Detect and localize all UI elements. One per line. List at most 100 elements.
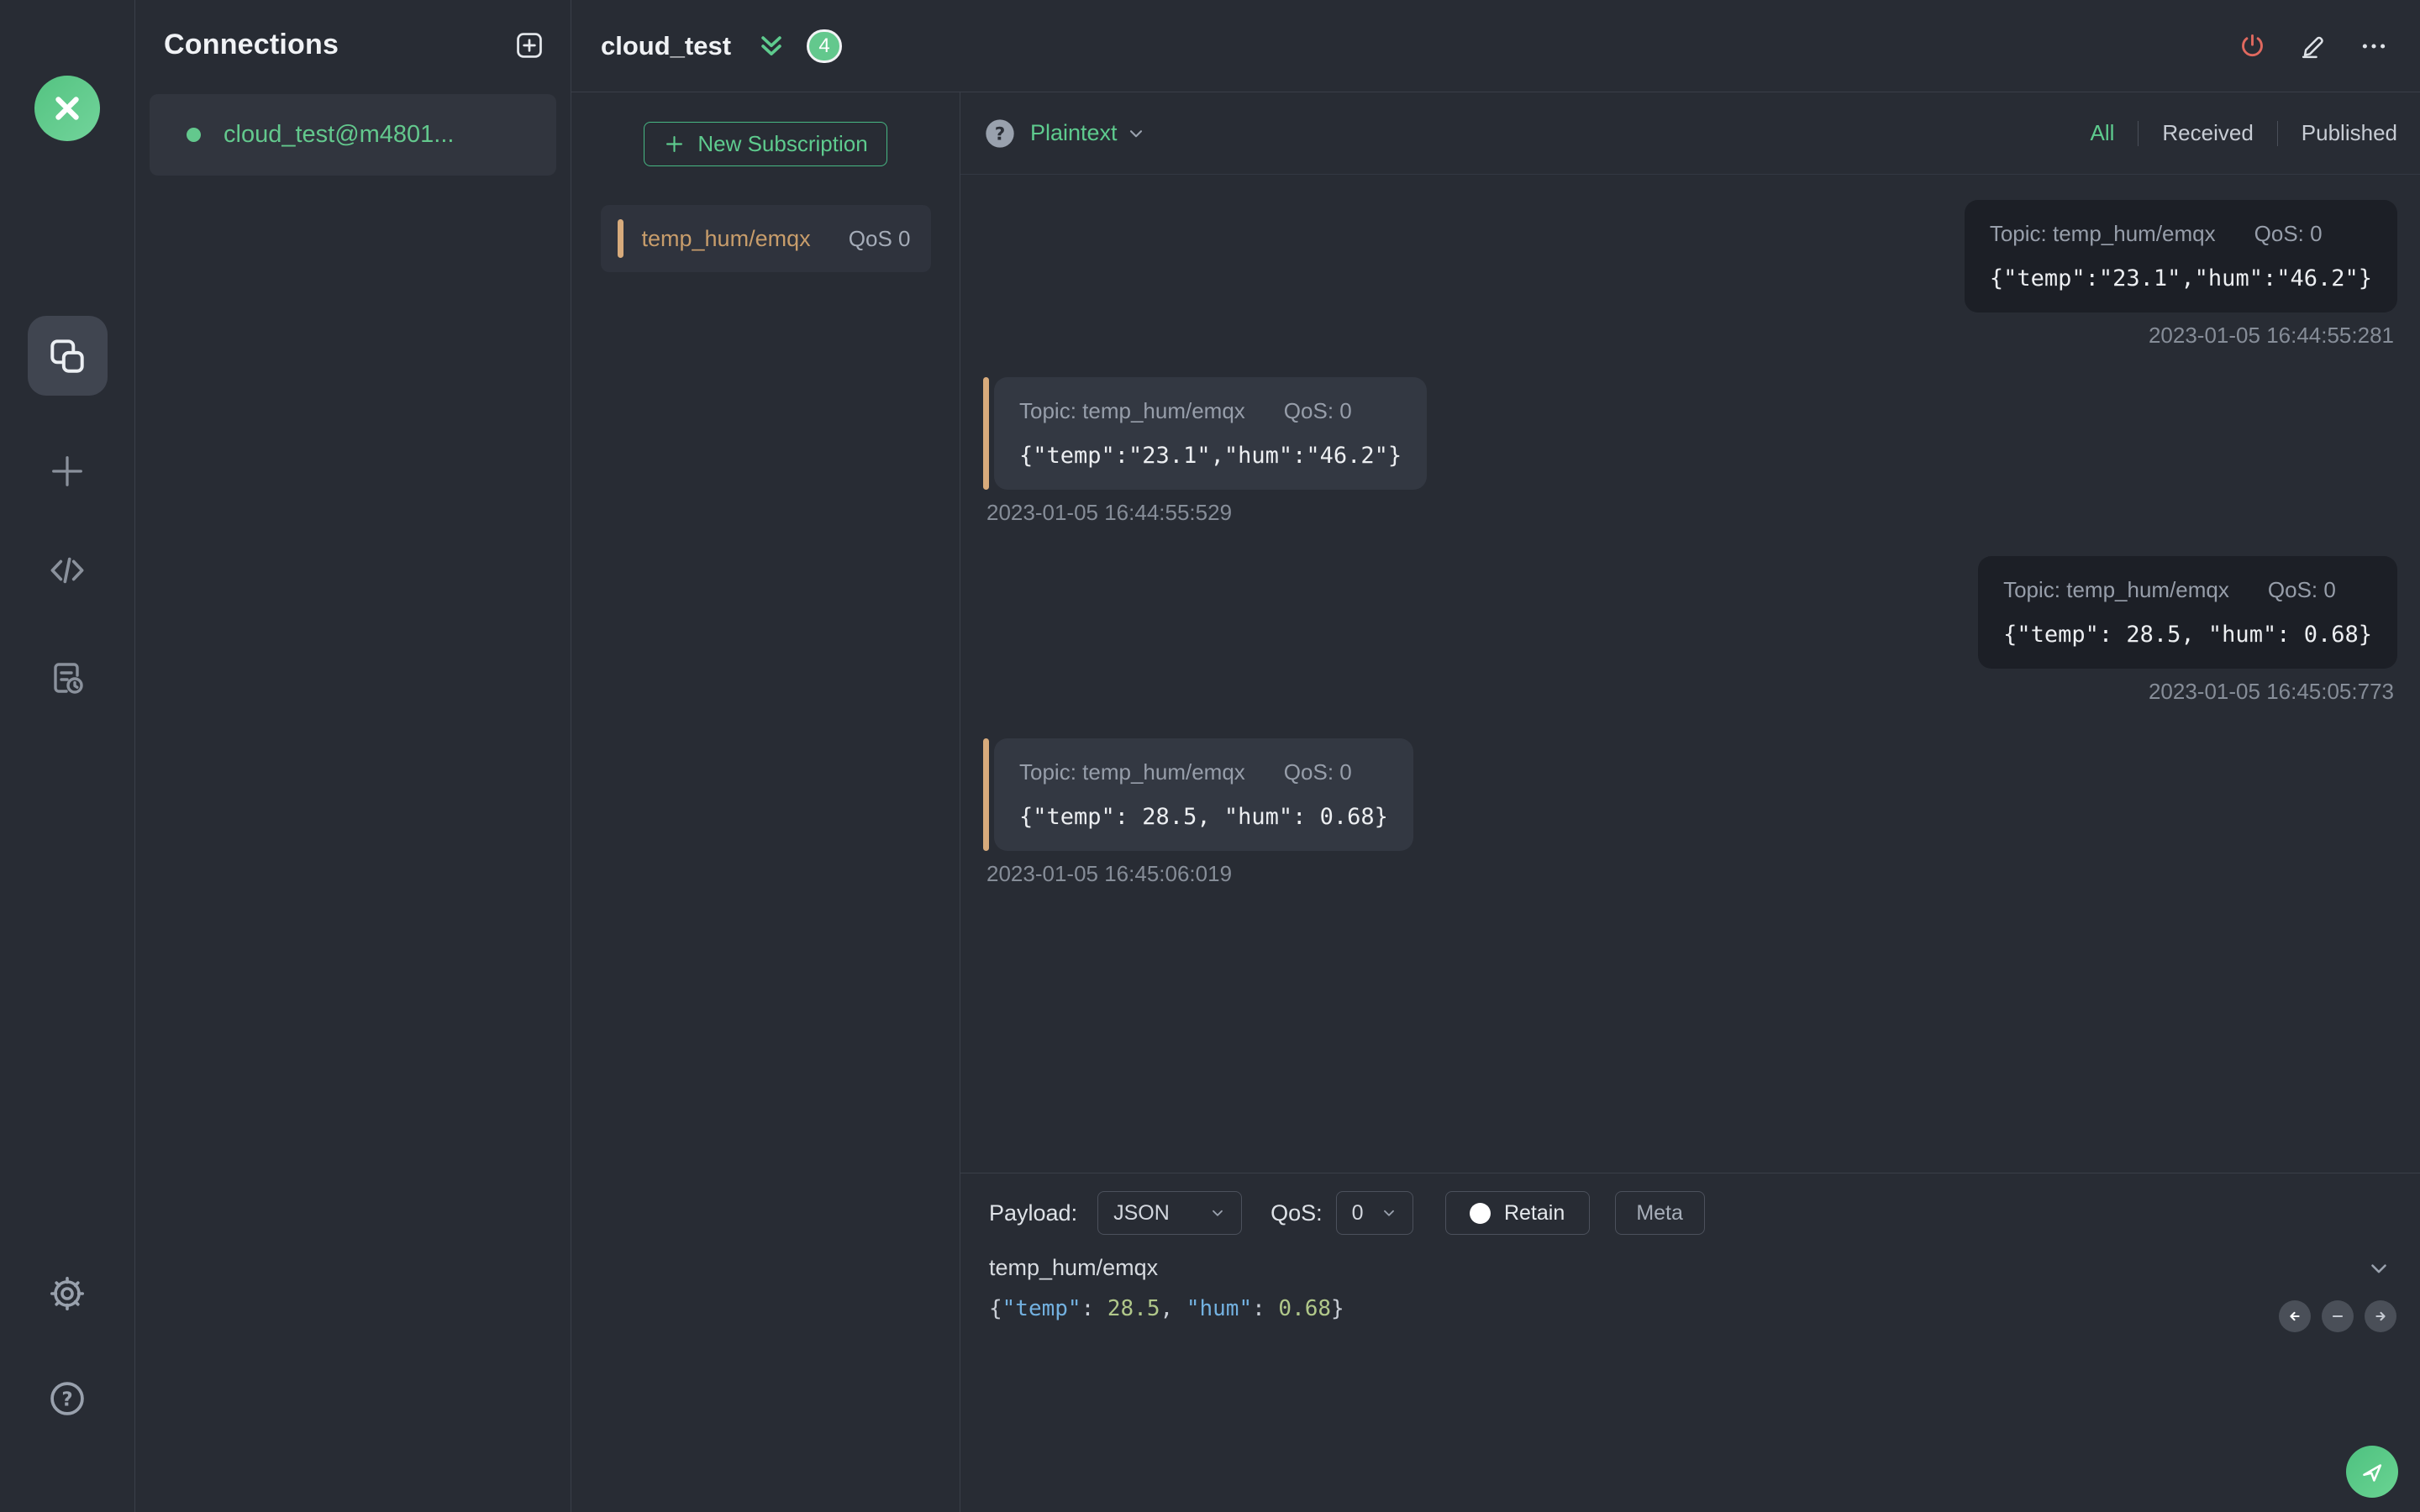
message-count-badge: 4 — [807, 29, 843, 63]
retain-dot-icon — [1469, 1202, 1491, 1224]
collapse-history-button[interactable] — [2322, 1300, 2354, 1332]
message-timestamp: 2023-01-05 16:44:55:529 — [986, 500, 1233, 525]
payload-token: , — [1160, 1296, 1186, 1321]
message-timestamp: 2023-01-05 16:45:06:019 — [986, 861, 1233, 886]
main-area: cloud_test 4 New Subscription temp_hum/e… — [571, 0, 2420, 1512]
logo-x-icon — [55, 97, 79, 120]
add-square-icon — [517, 32, 542, 58]
message-qos: QoS: 0 — [2267, 577, 2336, 602]
new-subscription-label: New Subscription — [697, 131, 868, 156]
publish-topic-row: temp_hum/emqx — [989, 1255, 2391, 1281]
message-color-bar — [983, 377, 989, 490]
message-timestamp: 2023-01-05 16:45:05:773 — [2148, 679, 2394, 704]
payload-format-label: Payload: — [989, 1200, 1078, 1226]
connection-name: cloud_test@m4801... — [224, 121, 455, 148]
subscription-item[interactable]: temp_hum/emqx QoS 0 — [600, 205, 931, 272]
page-title: cloud_test — [601, 30, 732, 60]
subscription-color-bar — [617, 219, 623, 258]
collapse-editor-icon[interactable] — [2366, 1256, 2391, 1281]
arrow-left-icon — [2290, 1311, 2300, 1321]
qos-value: 0 — [1351, 1200, 1364, 1225]
edit-connection-button[interactable] — [2298, 31, 2328, 60]
connections-title: Connections — [164, 29, 339, 60]
qos-dropdown[interactable]: 0 — [1335, 1191, 1413, 1235]
new-subscription-button[interactable]: New Subscription — [644, 122, 887, 166]
chevron-down-icon — [1383, 1210, 1394, 1216]
publish-panel: Payload: JSON QoS: 0 Retain Meta temp_hu… — [960, 1173, 2420, 1512]
next-message-button[interactable] — [2365, 1300, 2396, 1332]
rail-item-scripts[interactable] — [28, 541, 108, 600]
message-qos: QoS: 0 — [1283, 398, 1352, 423]
payload-format-value: JSON — [1113, 1200, 1170, 1225]
publish-controls: Payload: JSON QoS: 0 Retain Meta — [989, 1191, 2391, 1235]
message-bubble: Topic: temp_hum/emqx QoS: 0 {"temp":"23.… — [994, 377, 1428, 490]
meta-button[interactable]: Meta — [1614, 1191, 1705, 1235]
chevron-down-icon — [1129, 129, 1142, 137]
tab-all[interactable]: All — [2090, 120, 2114, 146]
publish-topic-input[interactable]: temp_hum/emqx — [989, 1255, 1158, 1281]
payload-token: : — [1252, 1296, 1279, 1321]
rail-item-help[interactable]: ? — [28, 1369, 108, 1428]
retain-label: Retain — [1503, 1200, 1565, 1225]
format-help-icon[interactable]: ? — [983, 117, 1017, 150]
tab-divider — [2276, 120, 2278, 146]
plus-icon — [52, 456, 82, 486]
rail-item-connections[interactable] — [27, 316, 108, 396]
left-rail: ? — [0, 0, 135, 1512]
rail-item-settings[interactable] — [28, 1264, 108, 1323]
settings-icon — [50, 1277, 84, 1310]
message-topic: Topic: temp_hum/emqx — [1989, 221, 2216, 246]
log-icon — [54, 663, 83, 694]
connections-icon — [50, 339, 84, 373]
message-qos: QoS: 0 — [1283, 759, 1352, 785]
message-timestamp: 2023-01-05 16:44:55:281 — [2148, 323, 2394, 348]
content: New Subscription temp_hum/emqx QoS 0 ? P… — [571, 92, 2420, 1512]
tab-divider — [2138, 120, 2139, 146]
connection-item[interactable]: cloud_test@m4801... — [150, 94, 556, 176]
collapse-all-icon[interactable] — [756, 32, 786, 60]
topbar-actions — [2238, 31, 2388, 60]
publish-payload-editor[interactable]: {"temp": 28.5, "hum": 0.68} — [989, 1296, 2391, 1321]
payload-token: 0.68 — [1278, 1296, 1332, 1321]
payload-token: "hum" — [1186, 1296, 1253, 1321]
svg-text:?: ? — [995, 123, 1006, 144]
mqttx-logo — [34, 76, 100, 141]
svg-text:?: ? — [61, 1389, 72, 1410]
send-icon — [2363, 1464, 2382, 1482]
payload-token: { — [989, 1296, 1002, 1321]
subscription-qos: QoS 0 — [848, 225, 911, 251]
message-published: Topic: temp_hum/emqx QoS: 0 {"temp": 28.… — [983, 556, 2397, 705]
retain-toggle[interactable]: Retain — [1444, 1191, 1590, 1235]
message-bubble: Topic: temp_hum/emqx QoS: 0 {"temp": 28.… — [994, 738, 1413, 851]
prev-message-button[interactable] — [2279, 1300, 2311, 1332]
power-icon — [2242, 34, 2263, 57]
scripts-icon — [50, 557, 84, 584]
message-topic: Topic: temp_hum/emqx — [1019, 759, 1245, 785]
arrow-right-icon — [2375, 1311, 2386, 1321]
tab-published[interactable]: Published — [2302, 120, 2397, 146]
message-history-nav — [2279, 1300, 2396, 1332]
message-payload: {"temp": 28.5, "hum": 0.68} — [2003, 622, 2372, 648]
message-published: Topic: temp_hum/emqx QoS: 0 {"temp":"23.… — [983, 200, 2397, 349]
add-connection-button[interactable] — [513, 29, 545, 61]
connection-status-dot — [187, 128, 201, 142]
send-button[interactable] — [2346, 1446, 2398, 1498]
message-color-bar — [983, 738, 989, 851]
rail-item-log[interactable] — [28, 648, 108, 707]
more-options-button[interactable] — [2360, 32, 2388, 60]
subscriptions-panel: New Subscription temp_hum/emqx QoS 0 — [571, 92, 960, 1512]
messages-panel: ? Plaintext All Received Published Topic… — [960, 92, 2420, 1512]
message-format-select[interactable]: Plaintext — [1030, 120, 1146, 146]
subscription-topic: temp_hum/emqx — [641, 225, 811, 251]
message-received: Topic: temp_hum/emqx QoS: 0 {"temp":"23.… — [983, 377, 2397, 526]
message-qos: QoS: 0 — [2254, 221, 2323, 246]
help-icon: ? — [50, 1382, 84, 1415]
payload-format-dropdown[interactable]: JSON — [1097, 1191, 1243, 1235]
minus-icon — [2332, 1315, 2344, 1318]
disconnect-button[interactable] — [2238, 32, 2266, 60]
payload-token: : — [1081, 1296, 1107, 1321]
message-payload: {"temp":"23.1","hum":"46.2"} — [1989, 265, 2372, 291]
rail-item-new-connection[interactable] — [28, 442, 108, 501]
message-list[interactable]: Topic: temp_hum/emqx QoS: 0 {"temp":"23.… — [960, 175, 2420, 1173]
tab-received[interactable]: Received — [2162, 120, 2253, 146]
